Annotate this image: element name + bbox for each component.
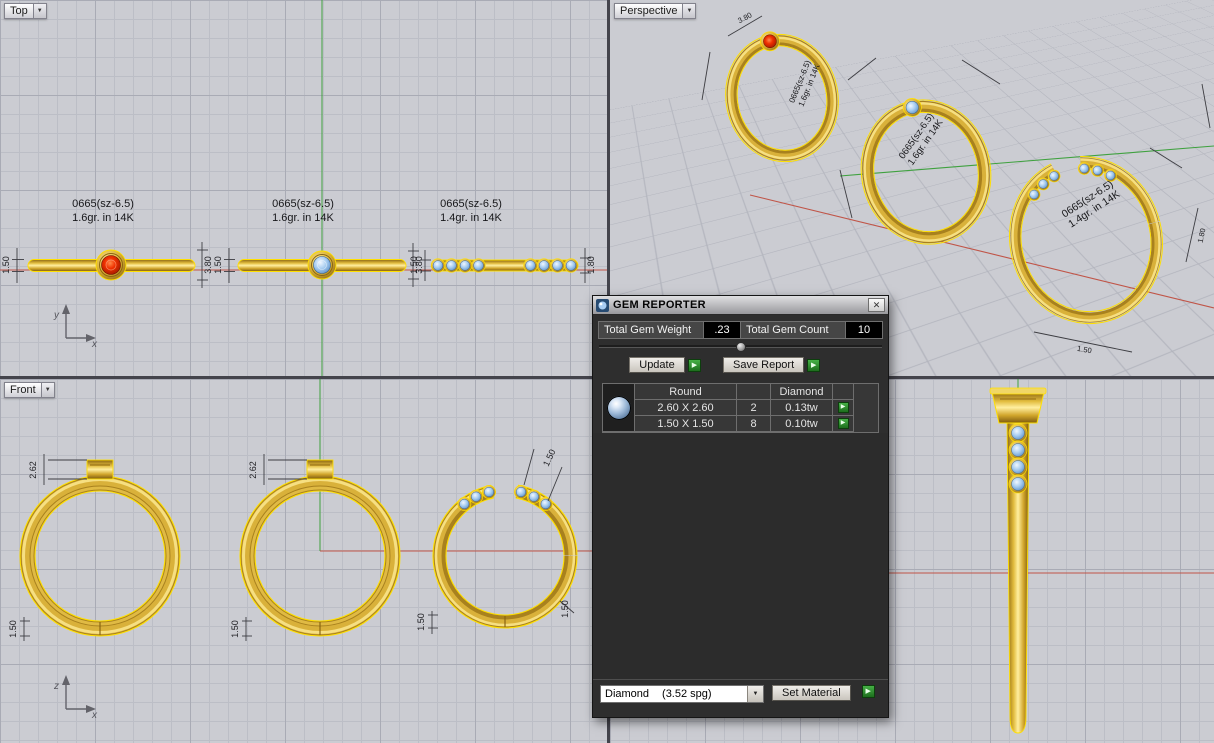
ring-1-annotation: 0665(sz-6.5) 1.6gr. in 14K — [787, 59, 822, 108]
viewport-title: Top — [10, 5, 28, 17]
ring-side-view[interactable] — [989, 387, 1047, 734]
ring-1-front[interactable] — [19, 459, 181, 637]
svg-text:1.80: 1.80 — [1196, 227, 1208, 243]
save-report-go-icon[interactable]: ▶ — [807, 358, 821, 372]
viewport-label-perspective[interactable]: Perspective ▼ — [614, 3, 697, 19]
viewport-menu-arrow-icon[interactable]: ▼ — [32, 4, 46, 18]
panel-title: GEM REPORTER — [613, 299, 706, 311]
svg-text:1.50: 1.50 — [8, 620, 18, 638]
svg-text:x: x — [91, 710, 98, 721]
total-gem-count: Total Gem Count 10 — [740, 322, 882, 338]
svg-text:1.50: 1.50 — [1, 256, 11, 274]
column-header-material: Diamond — [771, 384, 833, 400]
svg-text:2.62: 2.62 — [248, 461, 258, 479]
y-axis-line — [839, 145, 1214, 177]
ring-annotations-top: 0665(sz-6.5) 1.6gr. in 14K 0665(sz-6.5) … — [72, 198, 502, 224]
viewport-menu-arrow-icon[interactable]: ▼ — [40, 383, 54, 397]
svg-text:0665(sz-6.5): 0665(sz-6.5) — [440, 198, 502, 210]
svg-text:0665(sz-6.5): 0665(sz-6.5) — [272, 198, 334, 210]
action-buttons: Update ▶ Save Report ▶ — [629, 357, 878, 373]
total-gem-weight-label: Total Gem Weight — [599, 322, 703, 338]
svg-text:1.50: 1.50 — [230, 620, 240, 638]
ring-1-perspective[interactable] — [713, 20, 850, 172]
viewport-title: Front — [10, 384, 36, 396]
svg-text:x: x — [91, 339, 98, 350]
gem-image — [606, 395, 631, 420]
axis-indicator-top: y x — [53, 304, 98, 350]
ring-3-front[interactable] — [432, 483, 578, 629]
ring-3-perspective[interactable] — [992, 140, 1180, 340]
set-material-button[interactable]: Set Material — [772, 685, 851, 701]
ring-2-top[interactable] — [237, 250, 407, 280]
svg-text:1.80: 1.80 — [586, 256, 596, 274]
svg-text:1.6gr. in 14K: 1.6gr. in 14K — [72, 212, 134, 224]
gem-row-weight[interactable]: 0.13tw — [771, 400, 833, 416]
gem-row-go-icon[interactable]: ▶ — [837, 418, 849, 429]
svg-text:z: z — [53, 681, 59, 692]
svg-text:y: y — [53, 310, 60, 321]
ring-3-annotation: 0665(sz-6.5) 1.4gr. in 14K — [1060, 178, 1123, 230]
gem-reporter-panel: GEM REPORTER ✕ Total Gem Weight .23 Tota… — [592, 295, 889, 718]
svg-text:1.4gr. in 14K: 1.4gr. in 14K — [440, 212, 502, 224]
material-footer: Diamond (3.52 spg) ▼ Set Material ▶ — [593, 679, 888, 717]
total-gem-count-value: 10 — [845, 322, 882, 338]
ring-2-perspective[interactable] — [847, 85, 1004, 256]
column-header-empty — [737, 384, 771, 400]
cad-workspace: 1.50 3.80 1.50 3.80 1.50 1.80 0665(sz-6.… — [0, 0, 1214, 743]
gem-reporter-icon — [596, 298, 609, 312]
total-gem-count-label: Total Gem Count — [741, 322, 845, 338]
gem-row-go-icon[interactable]: ▶ — [837, 402, 849, 413]
ring-2-annotation: 0665(sz-6.5) 1.6gr. in 14K — [897, 111, 946, 167]
svg-text:3.80: 3.80 — [203, 256, 213, 274]
material-spg: (3.52 spg) — [662, 688, 712, 700]
splitter-knob[interactable] — [735, 341, 746, 352]
total-gem-weight: Total Gem Weight .23 — [599, 322, 740, 338]
gem-thumbnail[interactable] — [603, 384, 635, 432]
gem-reporter-titlebar[interactable]: GEM REPORTER ✕ — [593, 296, 888, 315]
svg-text:1.50: 1.50 — [1076, 344, 1092, 355]
column-header-empty — [833, 384, 854, 400]
column-header-shape: Round — [635, 384, 737, 400]
gem-totals: Total Gem Weight .23 Total Gem Count 10 — [598, 321, 883, 339]
svg-text:1.50: 1.50 — [541, 448, 557, 468]
update-button[interactable]: Update — [629, 357, 685, 373]
svg-text:1.50: 1.50 — [416, 613, 426, 631]
panel-empty-area — [593, 433, 888, 679]
dropdown-arrow-icon[interactable]: ▼ — [747, 686, 763, 702]
total-gem-weight-value: .23 — [703, 322, 740, 338]
ring-1-top[interactable] — [27, 249, 196, 281]
close-icon[interactable]: ✕ — [868, 298, 885, 312]
viewport-menu-arrow-icon[interactable]: ▼ — [682, 4, 696, 18]
svg-text:1.50: 1.50 — [213, 256, 223, 274]
gem-row-count[interactable]: 8 — [737, 416, 771, 432]
svg-text:1.50: 1.50 — [560, 600, 570, 618]
material-name: Diamond — [605, 688, 650, 700]
gem-table: Round Diamond 2.60 X 2.60 2 0.13tw ▶ 1.5… — [602, 383, 879, 433]
svg-text:1.6gr. in 14K: 1.6gr. in 14K — [272, 212, 334, 224]
gem-row-size[interactable]: 2.60 X 2.60 — [635, 400, 737, 416]
gem-row-go-cell: ▶ — [833, 416, 854, 432]
viewport-label-top[interactable]: Top ▼ — [4, 3, 47, 19]
viewport-top[interactable]: 1.50 3.80 1.50 3.80 1.50 1.80 0665(sz-6.… — [0, 0, 607, 376]
viewport-label-front[interactable]: Front ▼ — [4, 382, 55, 398]
gem-row-go-cell: ▶ — [833, 400, 854, 416]
gem-row-count[interactable]: 2 — [737, 400, 771, 416]
panel-splitter[interactable] — [599, 341, 882, 352]
save-report-button[interactable]: Save Report — [723, 357, 805, 373]
svg-text:2.62: 2.62 — [28, 461, 38, 479]
svg-text:0665(sz-6.5): 0665(sz-6.5) — [72, 198, 134, 210]
gem-row-size[interactable]: 1.50 X 1.50 — [635, 416, 737, 432]
viewport-title: Perspective — [620, 5, 678, 17]
material-dropdown[interactable]: Diamond (3.52 spg) ▼ — [600, 685, 764, 703]
axis-indicator-front: z x — [53, 675, 98, 721]
svg-text:1.50: 1.50 — [409, 256, 419, 274]
update-go-icon[interactable]: ▶ — [688, 358, 701, 372]
viewport-front[interactable]: 2.62 2.62 1.50 1.50 1.50 1.50 1.50 z x F… — [0, 379, 607, 743]
gem-row-weight[interactable]: 0.10tw — [771, 416, 833, 432]
ring-3-top[interactable] — [430, 258, 579, 273]
set-material-go-icon[interactable]: ▶ — [861, 685, 875, 698]
